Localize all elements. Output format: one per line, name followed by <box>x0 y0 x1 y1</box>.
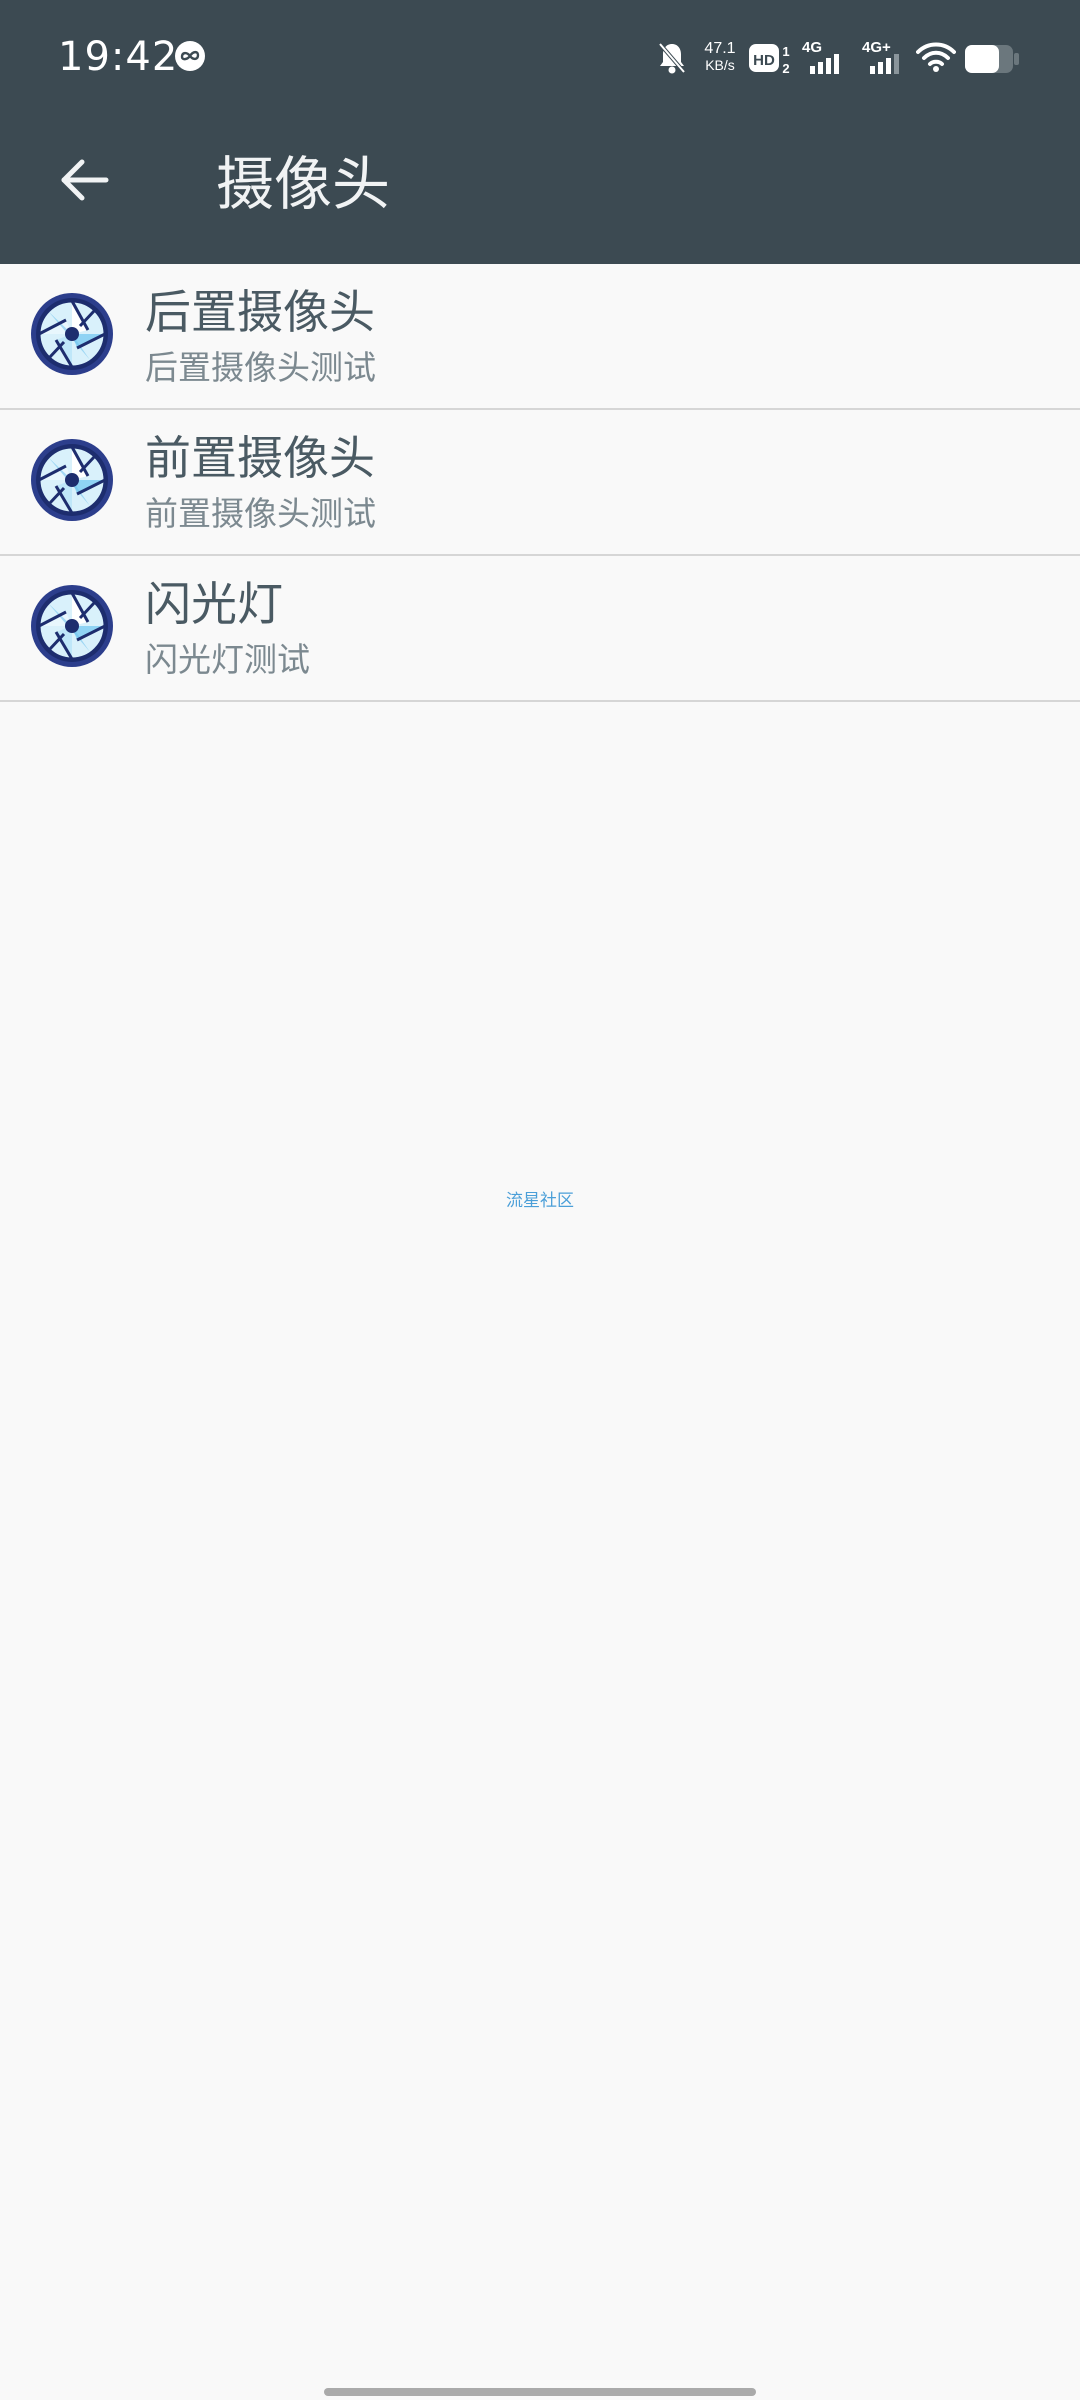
home-indicator[interactable] <box>324 2388 756 2396</box>
back-button[interactable] <box>48 146 120 218</box>
watermark-text: 流星社区 <box>506 1191 574 1211</box>
app-header: 19:42 47.1 KB/s HD 1 2 4G 4G+ 摄像头 <box>0 0 1080 264</box>
mute-bell-icon <box>656 40 688 80</box>
list-item-title: 后置摄像头 <box>145 285 375 339</box>
hd-voice-icon: HD 1 2 <box>748 42 794 80</box>
list-item-subtitle: 闪光灯测试 <box>145 640 310 679</box>
list-item-front-camera[interactable]: 前置摄像头 前置摄像头测试 <box>0 410 1080 556</box>
status-time: 19:42 <box>58 34 179 80</box>
camera-aperture-icon <box>28 582 116 670</box>
net-speed: 47.1 KB/s <box>694 40 746 74</box>
svg-text:1: 1 <box>782 44 789 59</box>
page-title: 摄像头 <box>216 150 391 218</box>
status-bar: 19:42 47.1 KB/s HD 1 2 4G 4G+ <box>0 0 1080 116</box>
signal-sim2-icon: 4G+ <box>860 38 908 80</box>
list-item-subtitle: 后置摄像头测试 <box>145 348 376 387</box>
list-item-title: 闪光灯 <box>145 577 283 631</box>
net-speed-unit: KB/s <box>705 57 735 73</box>
list-item-title: 前置摄像头 <box>145 431 375 485</box>
svg-text:2: 2 <box>782 61 789 76</box>
list-item-subtitle: 前置摄像头测试 <box>145 494 376 533</box>
battery-icon <box>964 44 1020 78</box>
signal-sim1-icon: 4G <box>800 38 848 80</box>
arrow-left-icon <box>56 152 112 212</box>
camera-aperture-icon <box>28 436 116 524</box>
svg-text:4G: 4G <box>802 39 822 56</box>
camera-aperture-icon <box>28 290 116 378</box>
wifi-icon <box>916 40 956 78</box>
net-speed-value: 47.1 <box>704 40 736 57</box>
svg-text:HD: HD <box>753 52 775 69</box>
list-item-rear-camera[interactable]: 后置摄像头 后置摄像头测试 <box>0 264 1080 410</box>
infinity-app-icon <box>174 40 206 72</box>
svg-text:4G+: 4G+ <box>862 39 891 56</box>
list-item-flashlight[interactable]: 闪光灯 闪光灯测试 <box>0 556 1080 702</box>
toolbar: 摄像头 <box>0 116 1080 264</box>
camera-test-list: 后置摄像头 后置摄像头测试 前置摄像头 前置摄像头测试 闪光灯 闪光灯测试 <box>0 264 1080 702</box>
